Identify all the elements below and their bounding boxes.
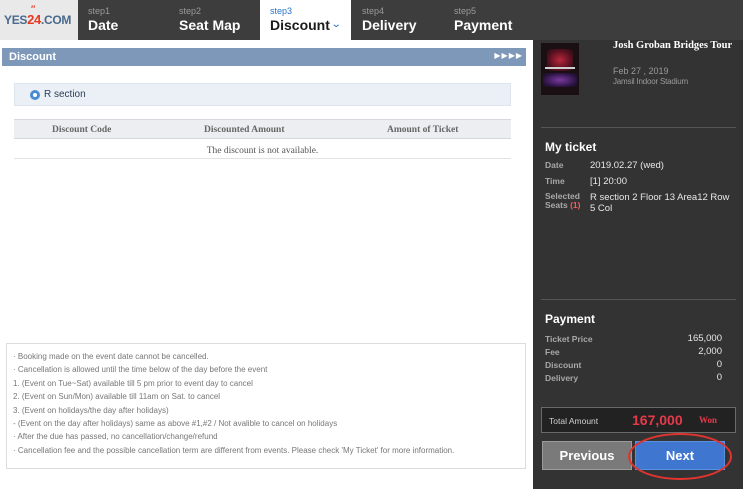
show-poster-image (541, 43, 579, 95)
step-label: Date (88, 17, 119, 33)
discount-label: Discount (545, 360, 582, 370)
booking-summary-sidebar: Josh Groban Bridges Tour Feb 27 , 2019 J… (533, 40, 743, 489)
next-button-highlight-ring (628, 433, 732, 480)
seats-value: R section 2 Floor 13 Area12 Row 5 Col (590, 192, 730, 214)
step-seat-map[interactable]: step2 Seat Map (169, 0, 260, 40)
delivery-value: 0 (716, 372, 722, 383)
show-date: Feb 27 , 2019 (613, 66, 669, 76)
payment-heading: Payment (545, 312, 596, 326)
discount-value: 0 (716, 359, 722, 370)
notice-line: · After the due has passed, no cancellat… (13, 432, 218, 442)
step-label: Payment (454, 17, 513, 33)
column-discounted-amount: Discounted Amount (204, 125, 285, 135)
total-label: Total Amount (549, 416, 599, 426)
logo-text: YES24.COM ″ (4, 4, 72, 27)
logo-dots-icon: ″ (31, 4, 35, 14)
notice-line: · Cancellation is allowed until the time… (13, 365, 268, 375)
step-number: step3 (270, 6, 293, 16)
total-amount-box: Total Amount 167,000 Won (541, 407, 736, 433)
column-amount-of-ticket: Amount of Ticket (387, 125, 459, 135)
show-title: Josh Groban Bridges Tour (613, 40, 733, 51)
step-payment[interactable]: step5 Payment (444, 0, 535, 40)
step-discount[interactable]: step3 Discount ⌄ (260, 0, 351, 40)
column-discount-code: Discount Code (52, 125, 112, 135)
show-venue: Jamsil Indoor Stadium (613, 77, 688, 86)
table-row: The discount is not available. (14, 139, 511, 159)
date-label: Date (545, 160, 564, 170)
notice-line: - (Event on the day after holidays) same… (13, 419, 338, 429)
section-label: R section (44, 89, 86, 100)
time-value: [1] 20:00 (590, 176, 627, 187)
panel-title: Discount (9, 51, 57, 63)
empty-message: The discount is not available. (206, 146, 319, 156)
logo-number: 24 (27, 12, 41, 27)
seats-count: (1) (570, 200, 581, 210)
notice-line: · Booking made on the event date cannot … (13, 352, 209, 361)
step-bar: YES24.COM ″ step1 Date step2 Seat Map st… (0, 0, 743, 40)
step-label: Seat Map (179, 17, 241, 33)
section-option[interactable]: R section (14, 83, 511, 106)
radio-selected-icon[interactable] (30, 90, 40, 100)
step-label: Discount (270, 17, 330, 33)
fee-label: Fee (545, 347, 560, 357)
total-amount: 167,000 (632, 412, 683, 428)
logo-suffix: .COM (41, 13, 72, 27)
seats-label: Selected Seats (1) (545, 192, 587, 210)
delivery-label: Delivery (545, 373, 579, 383)
ticket-price-value: 165,000 (687, 333, 722, 344)
notice-line: 2. (Event on Sun/Mon) available till 11a… (13, 392, 221, 402)
step-number: step1 (88, 6, 111, 16)
time-label: Time (545, 176, 565, 186)
step-number: step4 (362, 6, 385, 16)
total-unit: Won (699, 415, 718, 425)
logo-prefix: YES (4, 13, 28, 27)
discount-panel-header: Discount ▶▶▶▶ (2, 48, 526, 66)
chevron-down-icon: ⌄ (330, 19, 342, 30)
cancellation-notice: · Booking made on the event date cannot … (6, 343, 526, 469)
arrows-icon: ▶▶▶▶ (494, 51, 523, 60)
fee-value: 2,000 (698, 346, 722, 357)
step-date[interactable]: step1 Date (78, 0, 169, 40)
step-label: Delivery (362, 17, 417, 33)
step-delivery[interactable]: step4 Delivery (352, 0, 443, 40)
notice-line: · Cancellation fee and the possible canc… (13, 445, 455, 455)
table-header: Discount Code Discounted Amount Amount o… (14, 119, 511, 139)
ticket-price-label: Ticket Price (545, 334, 593, 344)
divider (541, 299, 736, 300)
notice-line: 1. (Event on Tue~Sat) available till 5 p… (13, 378, 253, 388)
my-ticket-heading: My ticket (545, 140, 597, 154)
date-value: 2019.02.27 (wed) (590, 160, 664, 171)
step-number: step5 (454, 6, 477, 16)
yes24-logo[interactable]: YES24.COM ″ (0, 0, 78, 40)
previous-button[interactable]: Previous (542, 441, 632, 470)
discount-table: Discount Code Discounted Amount Amount o… (14, 119, 511, 159)
discount-main: Discount ▶▶▶▶ R section Discount Code Di… (0, 40, 532, 489)
divider (541, 127, 736, 128)
notice-line: 3. (Event on holidays/the day after holi… (13, 405, 169, 415)
step-number: step2 (179, 6, 202, 16)
